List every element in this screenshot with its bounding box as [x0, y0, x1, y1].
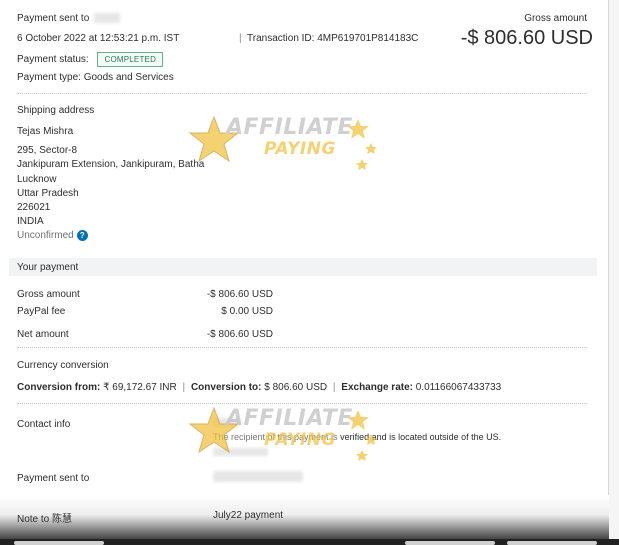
paypal-fee-row-value: $ 0.00 USD [221, 306, 273, 317]
payment-sent-to-label: Payment sent to [17, 13, 90, 24]
divider [17, 347, 587, 348]
watermark-line2: PAYING [264, 139, 336, 159]
shipping-line: INDIA [17, 216, 44, 227]
exchange-rate-value: 0.01166067433733 [415, 382, 502, 393]
net-amount-row-value: -$ 806.60 USD [206, 329, 273, 340]
transaction-separator: | [239, 33, 242, 44]
net-amount-row-label: Net amount [17, 329, 69, 340]
bottom-tab[interactable] [507, 541, 597, 545]
conversion-separator: | [182, 382, 186, 393]
payment-status-row: Payment status: COMPLETED [17, 52, 164, 67]
address-status-label: Unconfirmed [17, 230, 74, 242]
conversion-details: Conversion from: ₹ 69,172.67 INR | Conve… [17, 382, 501, 393]
info-icon[interactable]: ? [76, 230, 88, 241]
paypal-fee-row-label: PayPal fee [17, 306, 66, 317]
status-badge: COMPLETED [97, 52, 164, 67]
watermark-line2: PAYING [264, 430, 336, 450]
shipping-line: Tejas Mishra [17, 126, 74, 137]
transaction-id[interactable]: Transaction ID: 4MP619701P814183C [247, 33, 418, 44]
bottom-tab[interactable] [405, 541, 495, 545]
contact-info-title: Contact info [17, 419, 71, 430]
shipping-line: Jankipuram Extension, Jankipuram, Batha [17, 159, 205, 170]
conversion-to-label: Conversion to: [190, 382, 262, 393]
address-status: Unconfirmed? [17, 230, 88, 241]
shipping-line: 295, Sector-8 [17, 145, 78, 156]
bottom-shadow [0, 495, 609, 539]
conversion-separator: | [332, 382, 336, 393]
note-value: July22 payment [213, 510, 284, 521]
affiliate-paying-watermark: AFFILIATE PAYING [186, 404, 386, 464]
bottom-tab[interactable] [14, 541, 104, 545]
divider [17, 93, 587, 94]
redacted-recipient-email [213, 471, 303, 482]
scrollbar-track[interactable] [609, 0, 619, 545]
gross-amount-label: Gross amount [524, 13, 587, 24]
gross-amount-row-value: -$ 806.60 USD [206, 289, 273, 300]
transaction-datetime: 6 October 2022 at 12:53:21 p.m. IST [17, 33, 180, 44]
gross-amount-row-label: Gross amount [17, 289, 80, 300]
your-payment-band [9, 258, 597, 276]
conversion-from-value: ₹ 69,172.67 INR [103, 382, 177, 393]
exchange-rate-label: Exchange rate: [341, 382, 413, 393]
shipping-line: Lucknow [17, 174, 57, 185]
redacted-recipient-name [94, 13, 121, 24]
payment-sent-to-heading: Payment sent to [17, 13, 121, 24]
watermark-line1: AFFILIATE [226, 406, 353, 431]
shipping-line: 226021 [17, 202, 51, 213]
gross-amount-value: -$ 806.60 USD [460, 27, 593, 49]
note-label: Note to 陈慧 [17, 514, 73, 525]
shipping-line: Uttar Pradesh [17, 188, 79, 199]
payment-sent-to-section-label: Payment sent to [17, 473, 90, 484]
payment-status-label: Payment status: [17, 54, 89, 65]
redacted-block [213, 471, 303, 482]
payment-type: Payment type: Goods and Services [17, 72, 174, 83]
your-payment-title: Your payment [17, 262, 79, 273]
watermark-line1: AFFILIATE [226, 115, 353, 140]
conversion-from-label: Conversion from: [17, 382, 101, 393]
conversion-to-value: $ 806.60 USD [264, 382, 328, 393]
shipping-address-title: Shipping address [17, 105, 95, 116]
affiliate-paying-watermark: AFFILIATE PAYING [186, 113, 386, 173]
currency-conversion-title: Currency conversion [17, 360, 109, 371]
